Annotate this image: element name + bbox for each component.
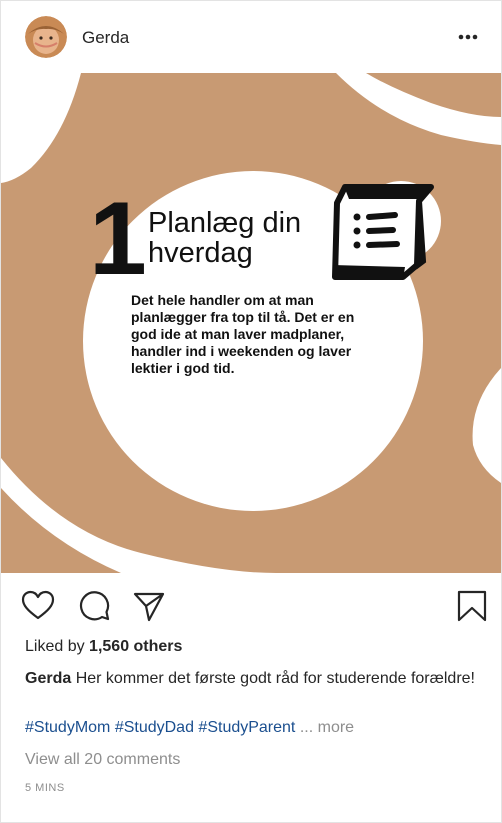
more-link[interactable]: ... more: [300, 719, 354, 736]
post-header: Gerda: [1, 1, 501, 73]
likes-prefix: Liked by: [25, 638, 85, 655]
tip-text: Det hele handler om at man planlægger fr…: [131, 292, 355, 376]
tip-heading: Planlæg din hverdag: [148, 207, 302, 269]
avatar[interactable]: [25, 16, 67, 58]
post-actions: [1, 573, 501, 635]
post-username[interactable]: Gerda: [82, 28, 129, 48]
send-icon[interactable]: [132, 589, 166, 623]
post-timestamp: 5 MINS: [25, 782, 65, 794]
caption-hashtags: #StudyMom #StudyDad #StudyParent ... mor…: [25, 719, 354, 737]
tip-number: 1: [89, 181, 147, 297]
caption-text: Her kommer det første godt råd for stude…: [75, 670, 475, 687]
post-image[interactable]: 1 Planlæg din hverdag Det hele handler o…: [1, 73, 501, 573]
more-horizontal-icon[interactable]: [456, 27, 480, 47]
comment-icon[interactable]: [77, 589, 111, 623]
caption-username[interactable]: Gerda: [25, 670, 71, 687]
hashtag-links[interactable]: #StudyMom #StudyDad #StudyParent: [25, 719, 295, 736]
view-comments-link[interactable]: View all 20 comments: [25, 751, 180, 769]
heart-icon[interactable]: [21, 589, 55, 623]
bookmark-icon[interactable]: [456, 589, 490, 623]
likes-number[interactable]: 1,560 others: [89, 638, 182, 655]
likes-count[interactable]: Liked by 1,560 others: [25, 638, 182, 656]
post-caption: Gerda Her kommer det første godt råd for…: [25, 667, 481, 690]
instagram-post: Gerda 1 Planlæg din hverdag Det hele han…: [0, 0, 502, 823]
